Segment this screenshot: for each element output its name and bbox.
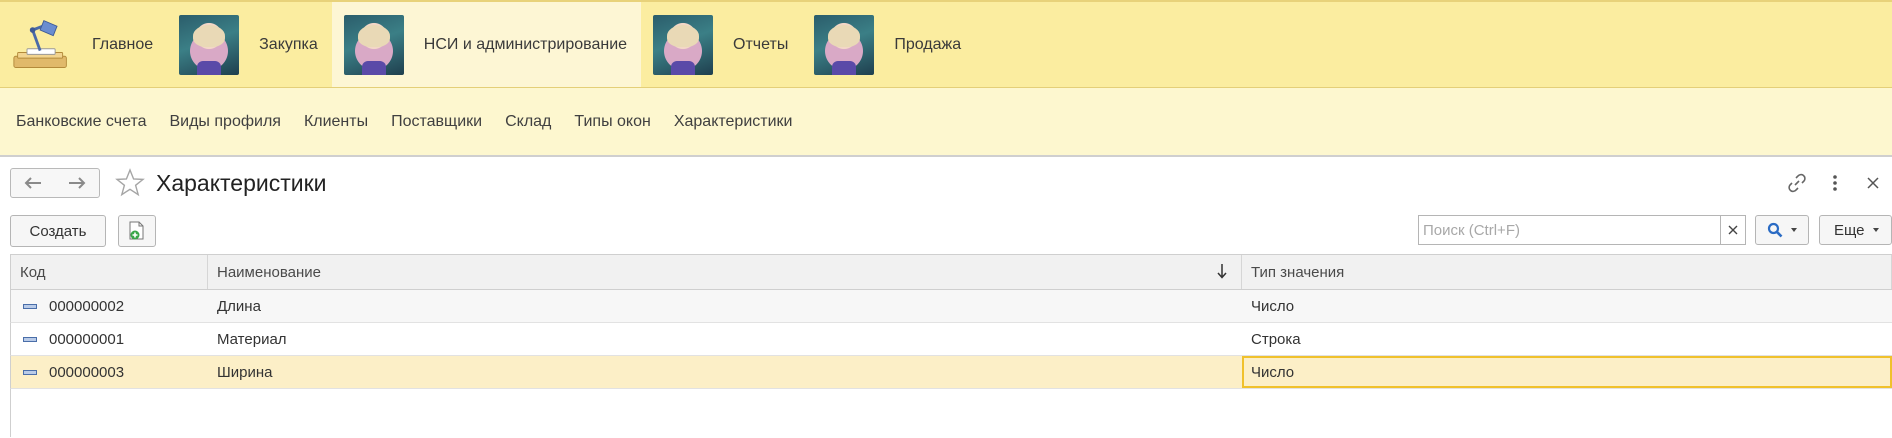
cell-value-type: Число <box>1251 297 1295 315</box>
section-label: Главное <box>92 35 154 53</box>
more-actions-button[interactable] <box>1816 168 1854 198</box>
table-row[interactable]: 000000001 Материал Строка <box>10 323 1892 356</box>
section-label: Продажа <box>894 35 962 53</box>
sort-down-icon <box>1217 264 1227 279</box>
arrow-left-icon <box>24 177 41 189</box>
avatar <box>179 14 240 75</box>
table-empty-area <box>10 389 1892 437</box>
column-header-value-type[interactable]: Тип значения <box>1242 255 1892 289</box>
avatar <box>814 14 875 75</box>
close-icon <box>1867 177 1879 189</box>
search-button[interactable] <box>1755 215 1809 245</box>
section-label: Отчеты <box>733 35 789 53</box>
cell-name: Материал <box>217 330 287 348</box>
section-main[interactable]: Главное <box>0 2 167 87</box>
catalog-item-icon <box>23 336 37 342</box>
search-box <box>1418 215 1746 245</box>
more-button-label: Еще <box>1834 221 1865 239</box>
section-sales[interactable]: Продажа <box>802 2 975 87</box>
favorite-star-icon[interactable] <box>114 167 146 199</box>
form-header: Характеристики <box>0 157 1892 209</box>
add-copy-button[interactable] <box>118 215 156 247</box>
table-row[interactable]: 000000003 Ширина Число <box>10 356 1892 389</box>
avatar <box>343 14 404 75</box>
table-row[interactable]: 000000002 Длина Число <box>10 290 1892 323</box>
avatar <box>653 14 714 75</box>
sections-panel: Главное Закупка НСИ и администрирование … <box>0 0 1892 88</box>
chevron-down-icon <box>1872 228 1879 232</box>
create-button[interactable]: Создать <box>10 215 106 247</box>
nav-link-warehouse[interactable]: Склад <box>505 113 551 131</box>
column-header-name[interactable]: Наименование <box>208 255 1242 289</box>
subsection-nav: Банковские счета Виды профиля Клиенты По… <box>0 88 1892 157</box>
cell-code: 000000002 <box>11 290 208 322</box>
page-title: Характеристики <box>156 169 327 196</box>
history-nav <box>10 168 100 198</box>
chevron-down-icon <box>1791 228 1797 232</box>
cell-value-type[interactable]: Число <box>1242 356 1892 388</box>
cell-value-type: Строка <box>1251 330 1301 348</box>
nav-link-bank-accounts[interactable]: Банковские счета <box>16 113 146 131</box>
nav-link-window-types[interactable]: Типы окон <box>574 113 650 131</box>
desk-lamp-icon <box>13 19 67 68</box>
section-nsi-admin[interactable]: НСИ и администрирование <box>331 2 642 87</box>
search-input[interactable] <box>1418 215 1720 245</box>
column-header-code[interactable]: Код <box>11 255 208 289</box>
nav-link-suppliers[interactable]: Поставщики <box>391 113 482 131</box>
cell-code: 000000001 <box>11 323 208 355</box>
section-label: Закупка <box>259 35 318 53</box>
catalog-item-icon <box>23 303 37 309</box>
catalog-item-icon <box>23 369 37 375</box>
more-button[interactable]: Еще <box>1819 215 1892 245</box>
link-icon <box>1788 173 1806 193</box>
nav-link-characteristics[interactable]: Характеристики <box>674 113 793 131</box>
characteristics-table: Код Наименование Тип значения 000000002 … <box>10 254 1892 437</box>
clear-icon <box>1728 225 1738 235</box>
vertical-dots-icon <box>1833 175 1837 191</box>
new-document-icon <box>129 221 144 240</box>
search-icon <box>1767 222 1783 238</box>
arrow-right-icon <box>69 177 86 189</box>
back-button[interactable] <box>11 169 55 197</box>
nav-link-clients[interactable]: Клиенты <box>304 113 368 131</box>
cell-name: Ширина <box>217 363 273 381</box>
search-clear-button[interactable] <box>1720 215 1746 245</box>
section-label: НСИ и администрирование <box>423 35 628 53</box>
command-bar: Создать Еще <box>0 209 1892 253</box>
form-tools <box>1778 157 1892 209</box>
cell-code: 000000003 <box>11 356 208 388</box>
section-reports[interactable]: Отчеты <box>641 2 802 87</box>
forward-button[interactable] <box>55 169 99 197</box>
section-purchase[interactable]: Закупка <box>167 2 332 87</box>
nav-link-profile-types[interactable]: Виды профиля <box>169 113 280 131</box>
link-button[interactable] <box>1778 168 1816 198</box>
table-header: Код Наименование Тип значения <box>10 254 1892 290</box>
cell-name: Длина <box>217 297 261 315</box>
close-button[interactable] <box>1854 168 1892 198</box>
